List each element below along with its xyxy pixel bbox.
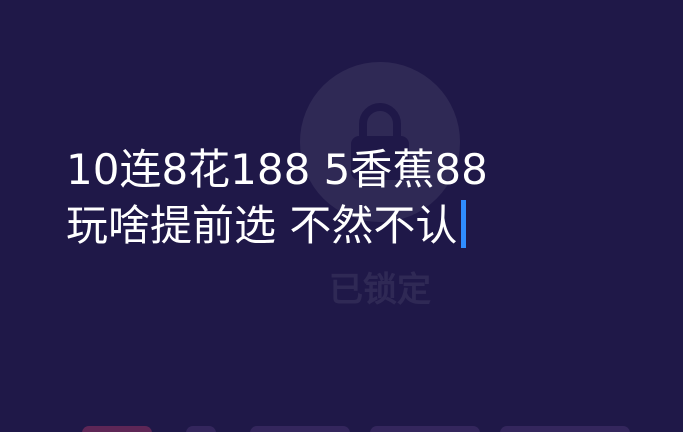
blurred-element [250, 426, 350, 432]
screen: 已锁定 10连8花188 5香蕉88 玩啥提前选 不然不认 [0, 0, 683, 432]
text-cursor [461, 200, 467, 248]
locked-label: 已锁定 [329, 270, 431, 310]
blurred-element [370, 426, 480, 432]
blurred-element [500, 426, 630, 432]
blurred-element [82, 426, 152, 432]
message-line-2-text: 玩啥提前选 不然不认 [66, 201, 458, 250]
message-line-1: 10连8花188 5香蕉88 [66, 145, 488, 194]
message-line-2: 玩啥提前选 不然不认 [66, 198, 626, 254]
bottom-blurred-strip [0, 406, 683, 432]
message-text-input[interactable]: 10连8花188 5香蕉88 玩啥提前选 不然不认 [66, 142, 626, 254]
blurred-element [186, 426, 216, 432]
